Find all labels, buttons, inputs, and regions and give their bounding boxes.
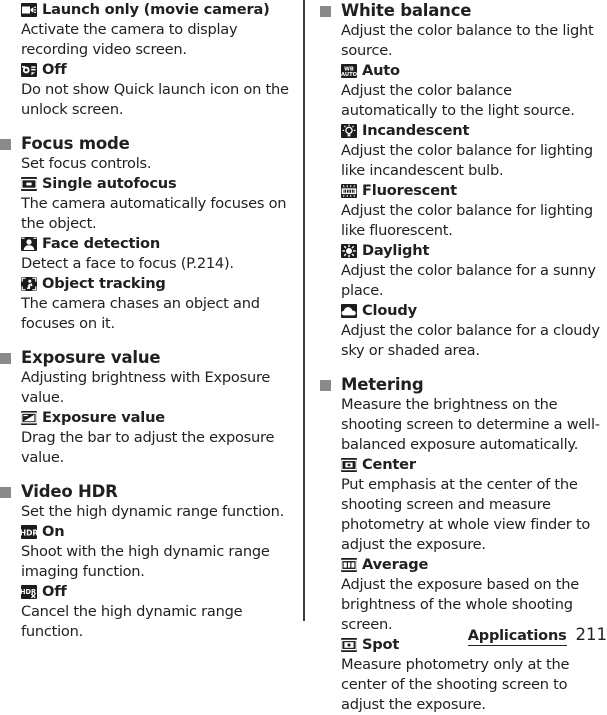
description-text: Adjust the color balance for lighting li… [320, 201, 607, 241]
description-text: Do not show Quick launch icon on the unl… [0, 80, 290, 120]
description-text: Set focus controls. [0, 154, 290, 174]
camera-off-icon [21, 63, 37, 77]
option-label: Cloudy [362, 301, 417, 321]
option-label: Face detection [42, 234, 160, 254]
option-item: Cloudy [320, 301, 607, 321]
section-heading: Metering [320, 374, 607, 395]
description-text: Cancel the high dynamic range function. [0, 602, 290, 642]
movie-camera-icon [21, 3, 37, 17]
option-item: Daylight [320, 241, 607, 261]
option-label: Launch only (movie camera) [42, 0, 270, 20]
section-title: Video HDR [21, 481, 118, 502]
option-label: Fluorescent [362, 181, 457, 201]
option-item: Exposure value [0, 408, 290, 428]
daylight-icon [341, 244, 357, 258]
hdr-on-icon: HDR [21, 525, 37, 539]
face-detection-icon [21, 237, 37, 251]
single-autofocus-icon [21, 177, 37, 191]
option-item: Face detection [0, 234, 290, 254]
option-item: HDR Off [0, 582, 290, 602]
option-label: Daylight [362, 241, 429, 261]
option-item: WBAUTO Auto [320, 61, 607, 81]
right-column: White balanceAdjust the color balance to… [320, 0, 607, 715]
footer-page-number: 211 [576, 625, 607, 644]
footer-section-label: Applications [468, 628, 567, 646]
option-label: Exposure value [42, 408, 165, 428]
section-heading: White balance [320, 0, 607, 21]
option-label: Auto [362, 61, 400, 81]
description-text: Measure photometry only at the center of… [320, 655, 607, 715]
section-title: Focus mode [21, 133, 130, 154]
option-label: Single autofocus [42, 174, 176, 194]
metering-spot-icon [341, 638, 357, 652]
option-label: Spot [362, 635, 399, 655]
section-title: Exposure value [21, 347, 160, 368]
description-text: Set the high dynamic range function. [0, 502, 290, 522]
content-columns: Launch only (movie camera)Activate the c… [0, 0, 607, 622]
option-label: Object tracking [42, 274, 166, 294]
option-item: Launch only (movie camera) [0, 0, 290, 20]
svg-text:AUTO: AUTO [341, 72, 357, 78]
section-heading: Exposure value [0, 347, 290, 368]
description-text: Adjusting brightness with Exposure value… [0, 368, 290, 408]
description-text: Shoot with the high dynamic range imagin… [0, 542, 290, 582]
fluorescent-icon [341, 184, 357, 198]
page-footer: Applications 211 [468, 625, 607, 646]
option-label: Center [362, 455, 416, 475]
metering-average-icon [341, 558, 357, 572]
section-bullet-icon [0, 139, 11, 150]
option-item: Incandescent [320, 121, 607, 141]
object-tracking-icon [21, 277, 37, 291]
section-heading: Video HDR [0, 481, 290, 502]
description-text: Adjust the color balance for lighting li… [320, 141, 607, 181]
description-text: The camera automatically focuses on the … [0, 194, 290, 234]
description-text: Put emphasis at the center of the shooti… [320, 475, 607, 555]
metering-center-icon [341, 458, 357, 472]
option-item: Object tracking [0, 274, 290, 294]
section-bullet-icon [320, 380, 331, 391]
white-balance-auto-icon: WBAUTO [341, 64, 357, 78]
option-label: Off [42, 60, 67, 80]
description-text: Activate the camera to display recording… [0, 20, 290, 60]
description-text: Adjust the color balance for a cloudy sk… [320, 321, 607, 361]
description-text: Detect a face to focus (P.214). [0, 254, 290, 274]
hdr-off-icon: HDR [21, 585, 37, 599]
option-item: HDR On [0, 522, 290, 542]
description-text: Adjust the color balance to the light so… [320, 21, 607, 61]
option-item: Center [320, 455, 607, 475]
description-text: The camera chases an object and focuses … [0, 294, 290, 334]
option-label: On [42, 522, 64, 542]
section-bullet-icon [0, 353, 11, 364]
svg-text:HDR: HDR [21, 528, 37, 537]
option-item: Average [320, 555, 607, 575]
section-bullet-icon [0, 487, 11, 498]
description-text: Adjust the color balance automatically t… [320, 81, 607, 121]
section-title: Metering [341, 374, 423, 395]
option-label: Incandescent [362, 121, 469, 141]
section-heading: Focus mode [0, 133, 290, 154]
option-item: Off [0, 60, 290, 80]
option-item: Single autofocus [0, 174, 290, 194]
description-text: Measure the brightness on the shooting s… [320, 395, 607, 455]
exposure-value-icon [21, 411, 37, 425]
left-column: Launch only (movie camera)Activate the c… [0, 0, 290, 642]
description-text: Adjust the color balance for a sunny pla… [320, 261, 607, 301]
option-label: Off [42, 582, 67, 602]
section-bullet-icon [320, 6, 331, 17]
option-item: Fluorescent [320, 181, 607, 201]
manual-page: Launch only (movie camera)Activate the c… [0, 0, 607, 648]
option-label: Average [362, 555, 428, 575]
section-title: White balance [341, 0, 471, 21]
cloudy-icon [341, 304, 357, 318]
incandescent-icon [341, 124, 357, 138]
description-text: Drag the bar to adjust the exposure valu… [0, 428, 290, 468]
